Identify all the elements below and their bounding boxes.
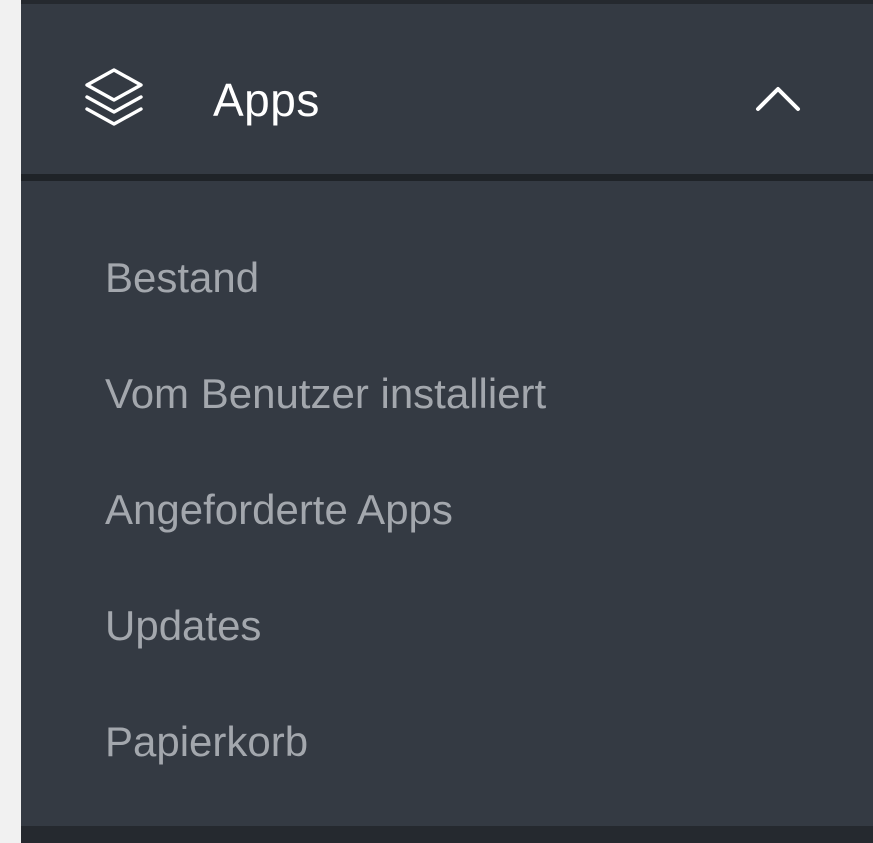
- menu-item-label: Updates: [105, 602, 262, 649]
- menu-item-user-installed[interactable]: Vom Benutzer installiert: [21, 335, 873, 451]
- menu-item-updates[interactable]: Updates: [21, 567, 873, 683]
- apps-section-header[interactable]: Apps: [21, 4, 873, 174]
- menu-item-requested-apps[interactable]: Angeforderte Apps: [21, 451, 873, 567]
- menu-item-label: Papierkorb: [105, 718, 309, 765]
- menu-item-bestand[interactable]: Bestand: [21, 219, 873, 335]
- section-title: Apps: [213, 74, 320, 126]
- layers-icon: [83, 66, 145, 132]
- menu-item-label: Angeforderte Apps: [105, 486, 453, 533]
- menu-item-label: Bestand: [105, 254, 260, 301]
- chevron-up-icon[interactable]: [754, 84, 802, 114]
- menu-item-trash[interactable]: Papierkorb: [21, 683, 873, 799]
- header-divider: [21, 174, 873, 181]
- bottom-divider: [21, 826, 873, 843]
- sidebar-panel: Apps Bestand Vom Benutzer installiert An…: [21, 0, 873, 843]
- menu-item-label: Vom Benutzer installiert: [105, 370, 547, 417]
